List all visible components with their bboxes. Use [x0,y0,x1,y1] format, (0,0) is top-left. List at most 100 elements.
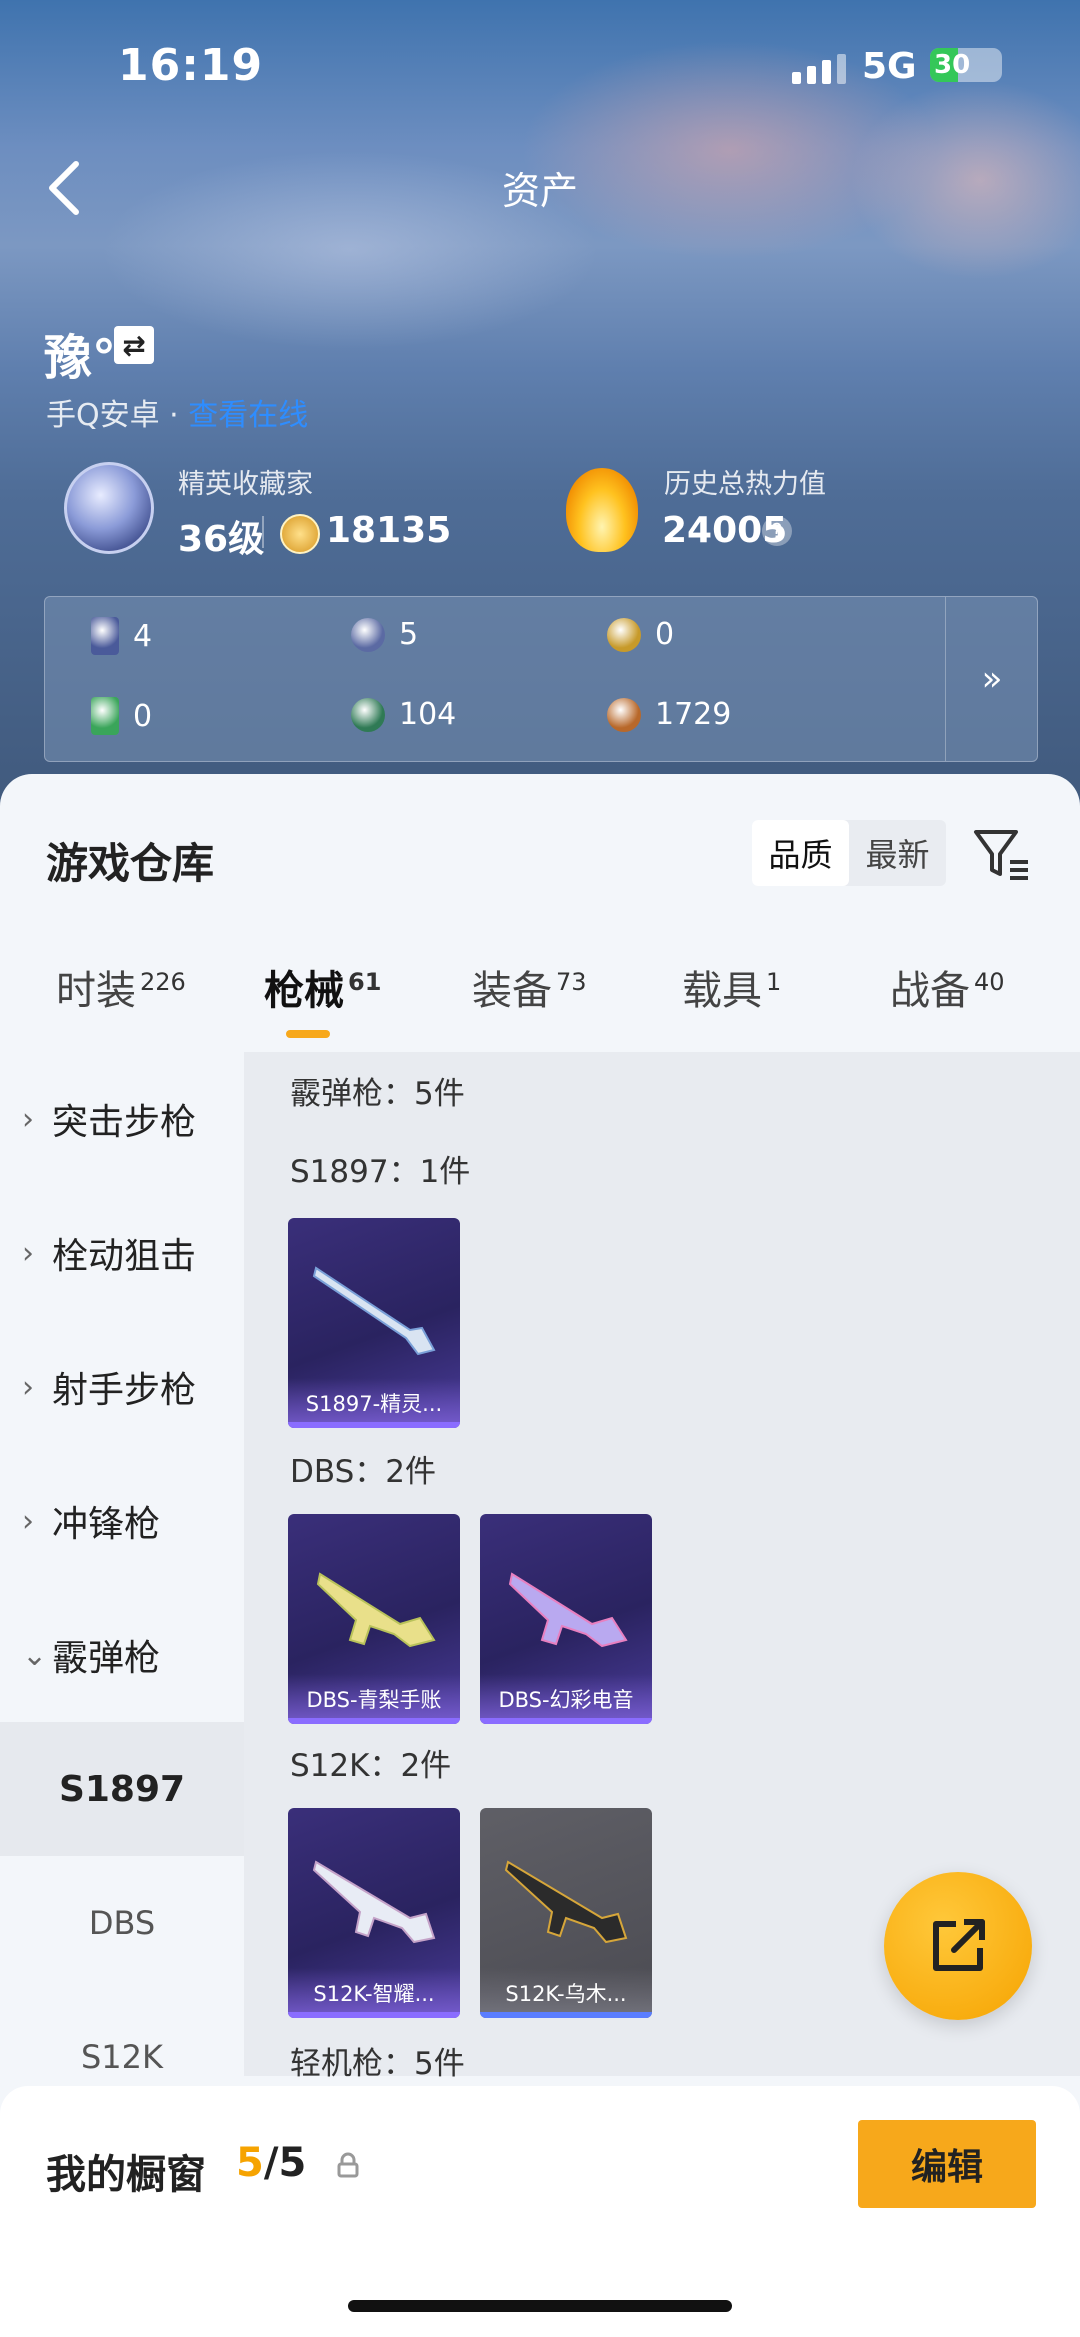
battery-icon: 30 [930,48,1002,82]
edit-button[interactable]: 编辑 [858,2120,1036,2208]
sidebar-item-smg[interactable]: › 冲锋枪 [0,1454,244,1588]
showcase-current: 5 [236,2140,264,2186]
weapon-card[interactable]: DBS-青梨手账 [288,1514,460,1724]
tab-fashion[interactable]: 时装 226 [56,958,186,1016]
currency-item: 104 [351,697,456,732]
rarity-bar [288,2012,460,2018]
tab-label: 装备 [472,968,552,1014]
tab-label: 枪械 [264,968,344,1014]
coin-icon [607,697,641,732]
tab-vehicles[interactable]: 载具 1 [682,958,781,1016]
weapon-name: DBS-青梨手账 [288,1674,460,1718]
shotgun-icon [316,1572,436,1648]
currency-item: 0 [91,697,152,735]
collector-points: 18135 [326,510,452,551]
chevron-right-icon: › [22,1101,34,1137]
chevron-right-icon: › [22,1503,34,1539]
card-icon [91,697,119,735]
collector-badge-icon [64,462,154,554]
card-icon [91,617,119,655]
weapon-category-sidebar: › 突击步枪 › 栓动狙击 › 射手步枪 › 冲锋枪 ⌄ 霰弹枪 S1897 DBS S1… [0,1052,244,2076]
tab-count: 40 [974,968,1005,996]
currency-value: 1729 [655,697,732,732]
tab-gear[interactable]: 战备 40 [890,958,1005,1016]
signal-icon [792,54,846,84]
group-heading-lmg: 轻机枪：5件 [290,2046,465,2082]
chevron-right-icon: › [22,1369,34,1405]
currency-value: 4 [133,618,153,654]
weapon-name: S12K-智耀... [288,1968,460,2012]
status-bar: 16:19 5G 30 [0,40,1080,100]
tab-count: 226 [140,968,186,996]
coin-icon [351,617,385,652]
sidebar-item-label: 冲锋枪 [52,1504,161,1545]
shotgun-icon [508,1572,628,1648]
currency-panel: 4 5 0 0 104 1729 » [44,596,1038,762]
sidebar-item-shotgun[interactable]: ⌄ 霰弹枪 [0,1588,244,1722]
active-tab-indicator [286,1030,330,1038]
weapon-name: S12K-乌木... [480,1968,652,2012]
sort-toggle: 品质 最新 [752,820,946,886]
sidebar-item-label: 霰弹枪 [52,1638,161,1679]
currency-value: 0 [133,698,153,734]
page-title: 资产 [501,169,578,213]
tab-weapons[interactable]: 枪械 61 [264,958,381,1016]
rarity-bar [288,1718,460,1724]
currency-item: 1729 [607,697,731,732]
switch-account-icon[interactable]: ⇄ [114,326,154,364]
group-heading-s12k: S12K：2件 [290,1748,452,1784]
currency-value: 104 [399,697,457,732]
shotgun-icon [312,1266,436,1356]
platform-label: 手Q安卓 · [46,398,189,433]
currency-item: 0 [607,617,674,652]
more-currency-button[interactable]: » [945,597,1038,761]
tab-label: 载具 [682,968,762,1014]
weapon-card[interactable]: DBS-幻彩电音 [480,1514,652,1724]
sidebar-item-label: 突击步枪 [52,1102,197,1143]
weapon-name: S1897-精灵... [288,1378,460,1422]
battery-level: 30 [934,50,971,80]
collector-label: 精英收藏家 [178,469,313,500]
group-heading-dbs: DBS：2件 [290,1454,436,1490]
share-button[interactable] [884,1872,1032,2020]
sidebar-item-assault-rifle[interactable]: › 突击步枪 [0,1052,244,1186]
share-icon [933,1919,985,1971]
sidebar-item-dbs[interactable]: DBS [0,1856,244,1990]
category-tabs: 时装 226 枪械 61 装备 73 载具 1 战备 40 [0,958,1080,1038]
weapon-card[interactable]: S12K-智耀... [288,1808,460,2018]
profile-header-background: 16:19 5G 30 资产 豫° ⇄ 手Q安卓 · 查看在线 精英收藏家 36… [0,0,1080,820]
group-heading-s1897: S1897：1件 [290,1154,471,1190]
weapon-card[interactable]: S1897-精灵... [288,1218,460,1428]
filter-button[interactable] [972,824,1032,884]
online-status-link[interactable]: 查看在线 [188,398,308,433]
currency-value: 0 [655,617,675,652]
tab-count: 61 [348,968,382,996]
currency-item: 4 [91,617,152,655]
network-type: 5G [862,46,917,87]
sidebar-item-marksman-rifle[interactable]: › 射手步枪 [0,1320,244,1454]
lock-icon [337,2152,359,2178]
coin-icon [607,617,641,652]
currency-value: 5 [399,617,419,652]
help-icon[interactable]: ? [762,516,792,546]
sort-quality-button[interactable]: 品质 [752,820,849,886]
sidebar-item-s1897[interactable]: S1897 [0,1722,244,1856]
weapon-card[interactable]: S12K-乌木... [480,1808,652,2018]
showcase-bar: 我的橱窗 5/5 编辑 [0,2086,1080,2337]
coin-icon [351,697,385,732]
heat-label: 历史总热力值 [664,469,826,500]
currency-item: 5 [351,617,418,652]
chevron-down-icon: ⌄ [22,1637,48,1673]
rarity-bar [480,1718,652,1724]
rarity-bar [480,2012,652,2018]
divider [262,516,264,548]
home-indicator [348,2300,732,2312]
sidebar-item-bolt-sniper[interactable]: › 栓动狙击 [0,1186,244,1320]
filter-icon [974,830,1028,880]
tab-equipment[interactable]: 装备 73 [472,958,587,1016]
rarity-bar [288,1422,460,1428]
platform-line: 手Q安卓 · 查看在线 [46,390,308,434]
sort-newest-button[interactable]: 最新 [849,820,946,886]
shotgun-icon [312,1860,436,1944]
sidebar-item-label: 射手步枪 [52,1370,197,1411]
